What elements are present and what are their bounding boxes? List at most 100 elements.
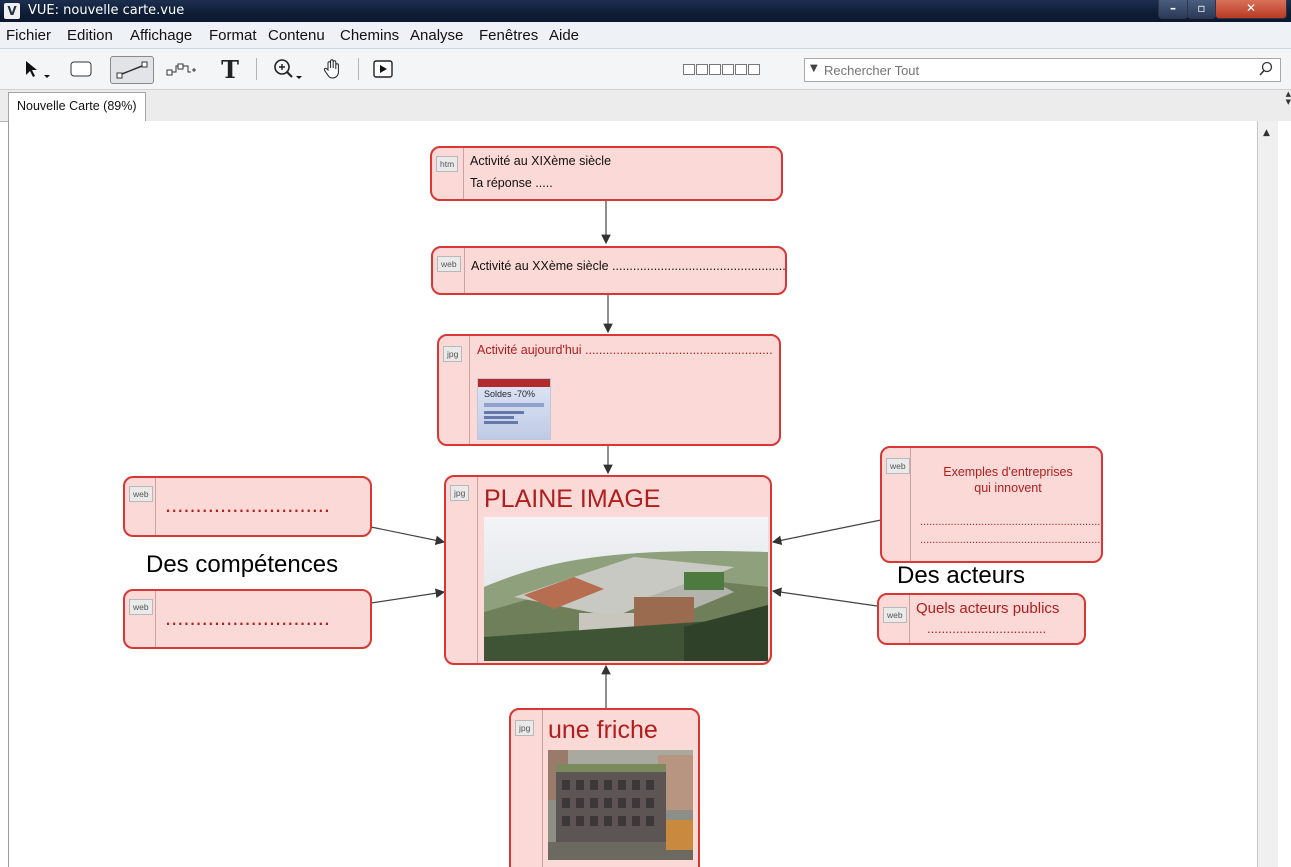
node-divider	[910, 448, 911, 561]
search-box[interactable]: ▼	[804, 58, 1281, 82]
node-title: une friche	[548, 716, 658, 744]
node-divider	[464, 248, 465, 293]
scroll-up-icon[interactable]: ▲	[1263, 128, 1270, 138]
close-button[interactable]: ✕	[1215, 0, 1287, 19]
node-type-badge: web	[886, 458, 910, 474]
maximize-icon: ▫	[1197, 1, 1206, 15]
node-divider	[463, 148, 464, 199]
rectangle-node-icon	[70, 61, 92, 77]
presentation-play-icon	[373, 60, 393, 78]
friche-building-photo	[548, 750, 693, 860]
search-icon[interactable]	[1258, 61, 1274, 77]
node-dotted-answer: ........................................…	[920, 534, 1103, 546]
node-dotted-answer: ...........................	[165, 492, 331, 517]
menu-format[interactable]: Format	[209, 27, 257, 44]
node-type-badge: web	[883, 607, 907, 623]
merge-link-icon	[166, 63, 196, 76]
label-des-acteurs: Des acteurs	[897, 562, 1026, 589]
node-divider	[542, 710, 543, 867]
pathway-slot[interactable]	[696, 64, 708, 75]
minimize-icon: –	[1170, 1, 1176, 15]
node-competence-1[interactable]: web ...........................	[123, 476, 372, 537]
menu-edition[interactable]: Edition	[67, 27, 113, 44]
pathway-slot[interactable]	[735, 64, 747, 75]
node-title: Activité au XXème siècle ...............…	[471, 259, 787, 273]
node-acteurs-publics[interactable]: web Quels acteurs publics ..............…	[877, 593, 1086, 645]
toolbar: T ▼	[0, 49, 1291, 90]
maximize-button[interactable]: ▫	[1187, 0, 1216, 19]
search-dropdown-icon[interactable]: ▼	[810, 63, 818, 74]
node-type-badge: web	[437, 256, 461, 272]
zoom-icon	[274, 59, 302, 79]
node-divider	[909, 595, 910, 643]
presentation-button[interactable]	[370, 56, 396, 82]
node-title: Activité au XIXème siècle	[470, 154, 612, 168]
pathway-slot[interactable]	[683, 64, 695, 75]
node-type-badge: jpg	[450, 485, 470, 501]
text-tool-button[interactable]: T	[216, 55, 244, 84]
toolbar-separator	[256, 58, 257, 80]
vue-app-icon: V	[4, 3, 20, 19]
node-answer: Ta réponse .....	[470, 176, 553, 190]
menu-contenu[interactable]: Contenu	[268, 27, 325, 44]
node-type-badge: web	[129, 486, 153, 502]
menu-affichage[interactable]: Affichage	[130, 27, 192, 44]
node-title: PLAINE IMAGE	[484, 485, 661, 513]
menu-bar: Fichier Edition Affichage Format Contenu…	[0, 22, 1291, 49]
menu-fenetres[interactable]: Fenêtres	[479, 27, 538, 44]
tab-scroll-arrows-icon[interactable]: ▲ ▼	[1286, 90, 1291, 106]
minimize-button[interactable]: –	[1158, 0, 1188, 19]
hand-pan-icon	[323, 59, 339, 79]
node-divider	[477, 477, 478, 663]
menu-aide[interactable]: Aide	[549, 27, 579, 44]
zoom-tool-button[interactable]	[268, 56, 308, 82]
node-plaine-image[interactable]: jpg PLAINE IMAGE	[444, 475, 772, 665]
link-tool-icon	[116, 61, 148, 79]
vertical-scrollbar[interactable]: ▲	[1257, 121, 1279, 867]
node-image-thumbnail: Soldes -70%	[477, 378, 551, 440]
menu-fichier[interactable]: Fichier	[6, 27, 51, 44]
search-input[interactable]	[822, 60, 1246, 81]
merge-link-button[interactable]	[162, 56, 200, 82]
node-activite-xix[interactable]: htm Activité au XIXème siècle Ta réponse…	[430, 146, 783, 201]
node-une-friche[interactable]: jpg une friche	[509, 708, 700, 867]
node-competence-2[interactable]: web ...........................	[123, 589, 372, 649]
select-arrow-icon	[26, 61, 50, 78]
link-left1-plaine	[370, 526, 446, 546]
node-type-badge: web	[129, 599, 153, 615]
map-tab-strip: Nouvelle Carte (89%) ▲ ▼	[0, 90, 1291, 122]
pathway-slot[interactable]	[709, 64, 721, 75]
pathway-slot[interactable]	[748, 64, 760, 75]
node-activite-aujourdhui[interactable]: jpg Activité aujourd'hui ...............…	[437, 334, 781, 446]
label-des-competences: Des compétences	[146, 551, 339, 578]
selection-tool-button[interactable]	[18, 56, 58, 82]
node-exemples-entreprises[interactable]: web Exemples d'entreprises qui innovent …	[880, 446, 1103, 563]
node-title: Quels acteurs publics	[916, 600, 1060, 617]
plaine-aerial-photo	[484, 517, 768, 661]
link-tool-button[interactable]	[110, 56, 154, 84]
node-divider	[469, 336, 470, 444]
link-left2-plaine	[370, 588, 446, 604]
node-tool-button[interactable]	[66, 56, 96, 82]
close-icon: ✕	[1245, 1, 1257, 15]
node-title-line1: Exemples d'entreprises	[943, 465, 1073, 479]
node-divider	[155, 591, 156, 647]
node-dotted-answer: ...........................	[165, 605, 331, 630]
link-ent-plaine	[771, 519, 882, 546]
link-acteurs-plaine	[771, 587, 878, 607]
menu-analyse[interactable]: Analyse	[410, 27, 463, 44]
node-title: Activité aujourd'hui ...................…	[477, 343, 773, 357]
node-type-badge: jpg	[515, 720, 535, 736]
node-divider	[155, 478, 156, 535]
tab-nouvelle-carte[interactable]: Nouvelle Carte (89%)	[8, 92, 146, 121]
pan-tool-button[interactable]	[318, 56, 348, 82]
pathway-slot[interactable]	[722, 64, 734, 75]
node-activite-xx[interactable]: web Activité au XXème siècle ...........…	[431, 246, 787, 295]
menu-chemins[interactable]: Chemins	[340, 27, 399, 44]
node-title-line2: qui innovent	[974, 481, 1042, 495]
toolbar-separator	[358, 58, 359, 80]
window-title: VUE: nouvelle carte.vue	[28, 3, 185, 18]
pathway-slots[interactable]	[683, 64, 761, 75]
right-gutter	[1278, 121, 1291, 867]
map-canvas[interactable]: htm Activité au XIXème siècle Ta réponse…	[8, 121, 1258, 867]
